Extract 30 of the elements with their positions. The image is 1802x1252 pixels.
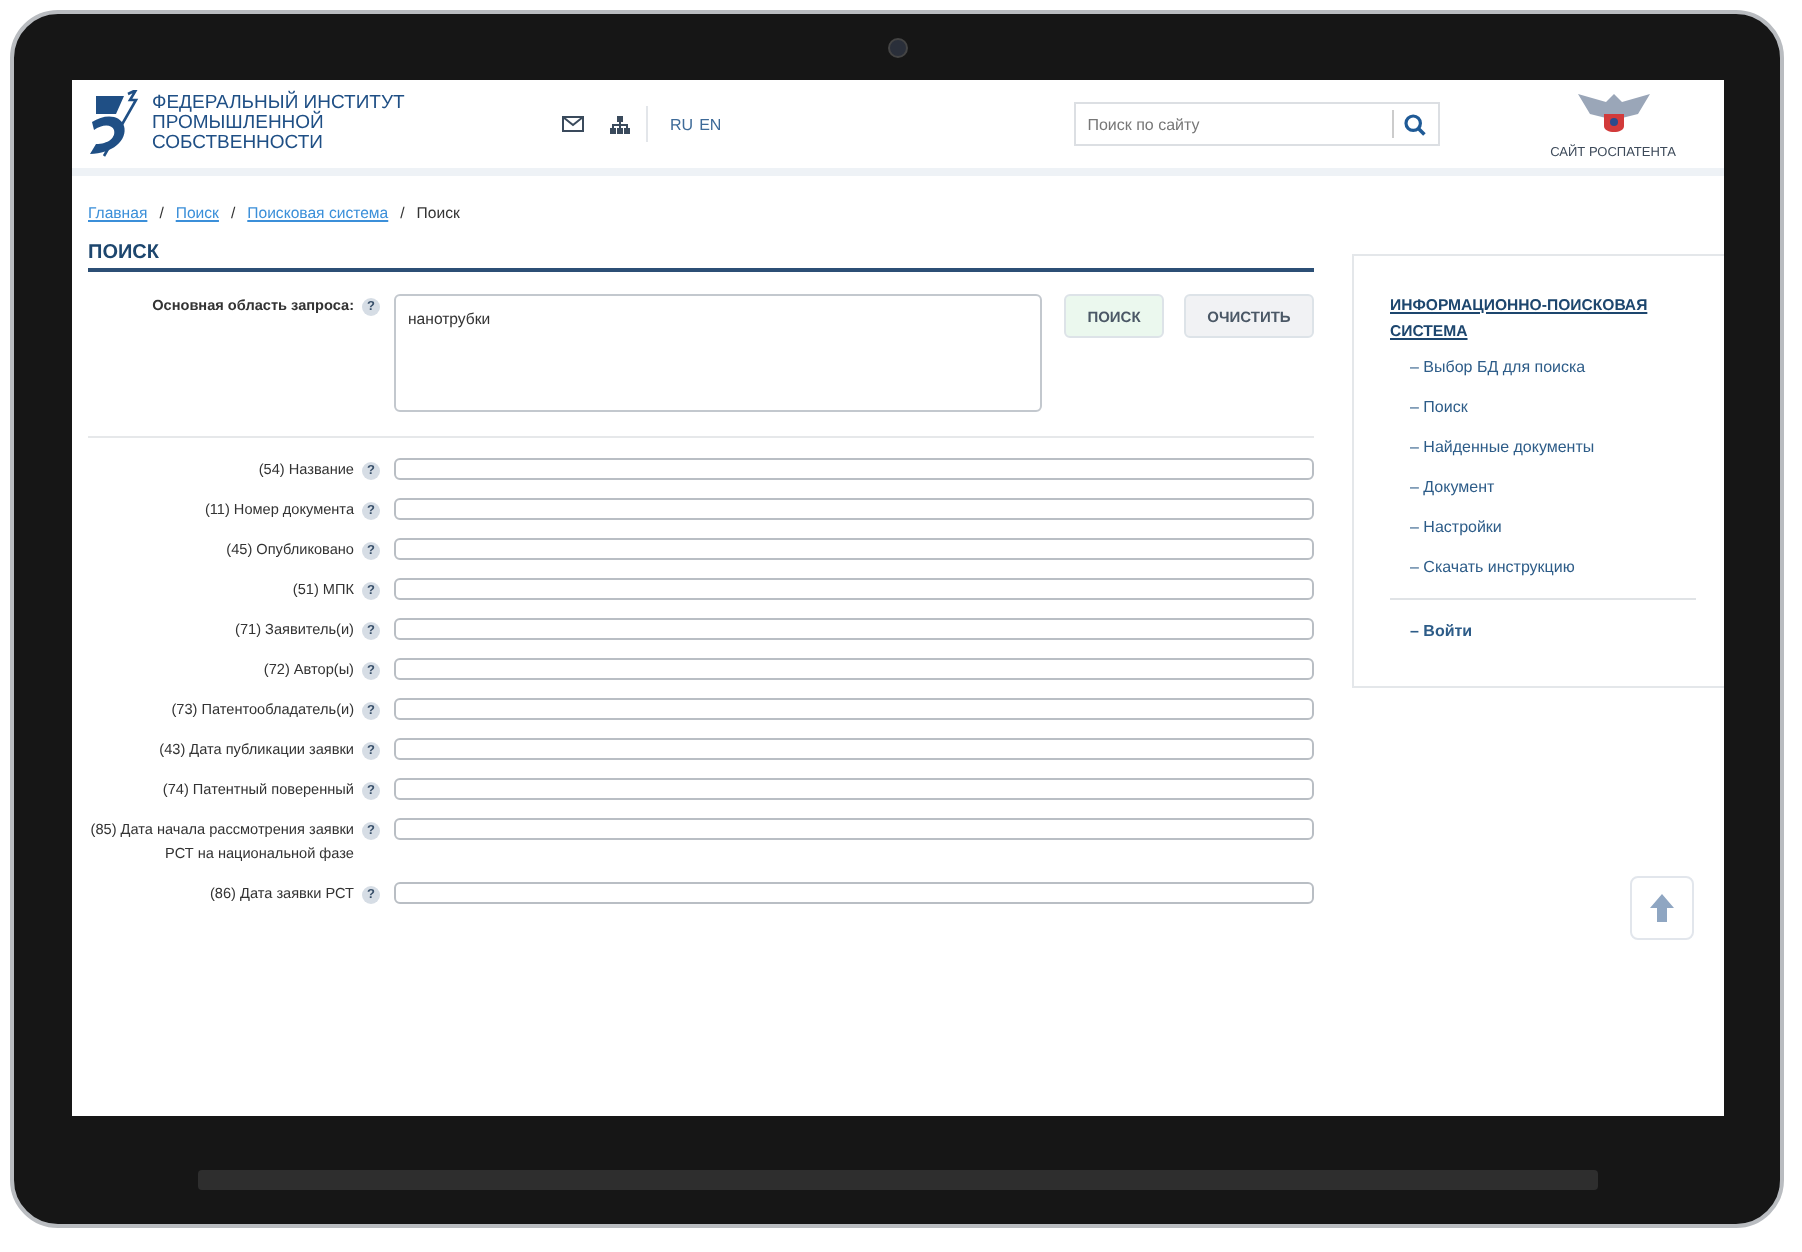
page-title: ПОИСК xyxy=(88,242,1314,272)
sidebar-item[interactable]: – Выбор БД для поиска xyxy=(1410,358,1586,376)
input-field[interactable] xyxy=(394,458,1314,480)
sidebar-item[interactable]: – Поиск xyxy=(1410,398,1468,416)
scroll-top-button[interactable] xyxy=(1630,876,1694,940)
input-field[interactable] xyxy=(394,882,1314,904)
sidebar-item[interactable]: – Скачать инструкцию xyxy=(1410,558,1575,576)
input-field[interactable] xyxy=(394,698,1314,720)
login-link[interactable]: – Войти xyxy=(1410,620,1696,644)
input-field[interactable] xyxy=(394,618,1314,640)
sidebar-item[interactable]: – Документ xyxy=(1410,478,1495,496)
sitemap-icon[interactable] xyxy=(610,115,630,133)
input-field[interactable] xyxy=(394,538,1314,560)
input-field[interactable] xyxy=(394,738,1314,760)
language-link[interactable]: RU xyxy=(670,115,694,133)
input-field[interactable] xyxy=(394,778,1314,800)
sidebar-item[interactable]: – Настройки xyxy=(1410,518,1502,536)
search-icon[interactable] xyxy=(1403,113,1426,135)
language-link[interactable]: EN xyxy=(699,115,722,133)
arrow-up-icon xyxy=(1650,894,1674,922)
input-field[interactable] xyxy=(394,818,1314,840)
logo-text: ФЕДЕРАЛЬНЫЙ ИНСТИТУТ ПРОМЫШЛЕННОЙ СОБСТВЕННОСТИ xyxy=(152,94,405,154)
sidebar-item[interactable]: – Найденные документы xyxy=(1410,438,1595,456)
logo-icon xyxy=(88,90,140,158)
search-field[interactable]: Поиск по сайту xyxy=(1073,102,1440,146)
input-field[interactable] xyxy=(394,658,1314,680)
input-field[interactable] xyxy=(394,498,1314,520)
camera-icon xyxy=(888,37,908,57)
mail-icon[interactable] xyxy=(562,116,584,132)
input-field[interactable] xyxy=(394,578,1314,600)
